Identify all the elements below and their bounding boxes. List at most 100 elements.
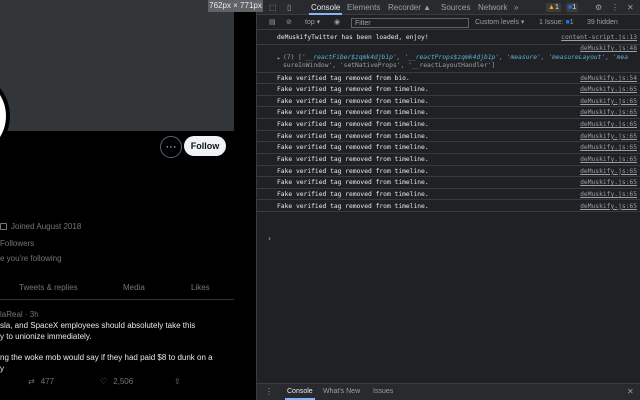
tab-tweets-replies[interactable]: Tweets & replies [19,283,78,292]
drawer-tab-whats-new[interactable]: What's New [323,384,360,400]
console-message-text: Fake verified tag removed from timeline. [277,190,429,198]
array-items: '__reactFiber$zqmk4djb1p', '__reactProps… [301,54,628,61]
console-message: deMuskifyTwitter has been loaded, enjoy!… [257,31,640,45]
console-message-text: Fake verified tag removed from timeline. [277,132,429,140]
console-message: Fake verified tag removed from timeline.… [257,84,640,96]
follow-button[interactable]: Follow [184,136,226,156]
console-message: Fake verified tag removed from timeline.… [257,166,640,178]
drawer-tab-console[interactable]: Console [285,384,315,400]
page-gutter [234,0,256,400]
console-message-text: Fake verified tag removed from timeline. [277,109,429,117]
tab-recorder[interactable]: Recorder ▲ [388,0,431,15]
console-message: Fake verified tag removed from timeline.… [257,96,640,108]
console-message: Fake verified tag removed from timeline.… [257,154,640,166]
twitter-page: ··· Follow Joined August 2018 Followers … [0,0,256,400]
tab-elements[interactable]: Elements [347,0,380,15]
kebab-menu-icon[interactable]: ⋮ [611,0,619,15]
console-source-link[interactable]: deMuskify.js:65 [580,133,637,140]
console-prompt-icon[interactable]: › [267,234,272,243]
drawer-menu-icon[interactable]: ⋮ [265,384,273,400]
known-followers[interactable]: e you're following [0,254,62,263]
close-drawer-icon[interactable]: ✕ [627,384,634,400]
drawer-tab-issues[interactable]: Issues [373,384,393,400]
console-message: Fake verified tag removed from timeline.… [257,177,640,189]
console-message-text: Fake verified tag removed from timeline. [277,120,429,128]
tweet-text-line: y to unionize immediately. [0,332,92,341]
joined-text: Joined August 2018 [11,222,82,231]
console-source-link[interactable]: deMuskify.js:65 [580,98,637,105]
issues-button[interactable]: 1 Issue: ■1 [539,16,574,30]
tab-sources[interactable]: Sources [441,0,470,15]
joined-date: Joined August 2018 [0,222,81,231]
console-source-link[interactable]: deMuskify.js:65 [580,121,637,128]
console-source-link[interactable]: content-script.js:13 [561,34,637,41]
console-filter-input[interactable] [351,18,469,28]
like-count: 2,506 [113,377,134,386]
array-length: (7) [ [283,54,302,61]
console-source-link[interactable]: deMuskify.js:65 [580,179,637,186]
console-source-link[interactable]: deMuskify.js:65 [580,156,637,163]
settings-gear-icon[interactable]: ⚙ [595,0,602,15]
calendar-icon [0,223,7,230]
devtools-drawer: ⋮ Console What's New Issues ✕ [257,383,640,400]
console-source-link[interactable]: deMuskify.js:65 [580,144,637,151]
console-message-text: Fake verified tag removed from timeline. [277,144,429,152]
issues-label: 1 Issue: [539,19,566,26]
console-output: deMuskifyTwitter has been loaded, enjoy!… [257,31,640,383]
close-icon[interactable]: ✕ [627,0,634,15]
tab-media[interactable]: Media [123,283,145,292]
retweet-count: 477 [40,377,55,386]
console-source-link[interactable]: deMuskify.js:48 [580,45,637,52]
issue-count: 1 [569,19,574,26]
message-badge[interactable]: ■1 [566,3,579,12]
array-preview-line[interactable]: (7) ['__reactFiber$zqmk4djb1p', '__react… [283,54,628,61]
share-button[interactable]: ⇪ [174,377,181,386]
console-message: deMuskify.js:48 ▸ (7) ['__reactFiber$zqm… [257,45,640,73]
live-expression-eye-icon[interactable]: ◉ [334,16,340,30]
clear-console-icon[interactable]: ⊘ [286,16,292,30]
warning-badge[interactable]: ▲1 [546,3,561,12]
more-options-button[interactable]: ··· [160,136,182,158]
retweet-button[interactable]: ⇄ 477 [28,377,54,386]
devtools-tabbar: ⬚ ▯ Console Elements Recorder ▲ Sources … [257,0,640,15]
tweet[interactable]: laReal · 3h sla, and SpaceX employees sh… [0,301,234,400]
warning-count: 1 [554,4,559,11]
console-source-link[interactable]: deMuskify.js:65 [580,109,637,116]
tweet-author[interactable]: laReal · 3h [0,310,39,319]
expand-arrow-icon[interactable]: ▸ [277,55,281,62]
console-message-text: Fake verified tag removed from timeline. [277,97,429,105]
array-preview-line: sureInWindow', 'setNativeProps', '__reac… [283,62,496,69]
console-source-link[interactable]: deMuskify.js:65 [580,203,637,210]
warning-icon: ▲ [548,4,555,11]
profile-banner [0,0,234,131]
console-message-text: Fake verified tag removed from timeline. [277,86,429,93]
log-levels-dropdown[interactable]: Custom levels ▾ [475,16,524,30]
console-source-link[interactable]: deMuskify.js:65 [580,191,637,198]
context-selector[interactable]: top ▾ [305,16,320,30]
console-message-text: Fake verified tag removed from timeline. [277,155,429,163]
console-message: Fake verified tag removed from timeline.… [257,107,640,119]
inspect-element-icon[interactable]: ⬚ [269,0,277,15]
viewport-size-badge: 762px × 771px [208,0,263,12]
followers-link[interactable]: Followers [0,239,34,248]
console-toolbar: ▤ ⊘ top ▾ ◉ Custom levels ▾ 1 Issue: ■1 … [257,16,640,30]
like-button[interactable]: ♡ 2,506 [100,377,133,386]
sidebar-toggle-icon[interactable]: ▤ [269,16,276,30]
console-message: Fake verified tag removed from timeline.… [257,189,640,201]
console-message: Fake verified tag removed from timeline.… [257,131,640,143]
tab-likes[interactable]: Likes [191,283,210,292]
console-message-text: Fake verified tag removed from timeline. [277,202,429,210]
hidden-count: 39 hidden [587,19,618,26]
console-source-link[interactable]: deMuskify.js:54 [580,75,637,82]
tab-console[interactable]: Console [309,0,343,15]
heart-icon: ♡ [100,377,108,386]
more-tabs-button[interactable]: » [514,0,518,15]
device-toolbar-icon[interactable]: ▯ [287,0,291,15]
console-source-link[interactable]: deMuskify.js:65 [580,86,637,93]
tweet-text-line: sla, and SpaceX employees should absolut… [0,321,196,330]
console-source-link[interactable]: deMuskify.js:65 [580,168,637,175]
tab-network[interactable]: Network [478,0,507,15]
retweet-icon: ⇄ [28,377,35,386]
tweet-text-line: ng the woke mob would say if they had pa… [0,353,213,362]
devtools-panel: 762px × 771px ⬚ ▯ Console Elements Recor… [208,0,640,400]
